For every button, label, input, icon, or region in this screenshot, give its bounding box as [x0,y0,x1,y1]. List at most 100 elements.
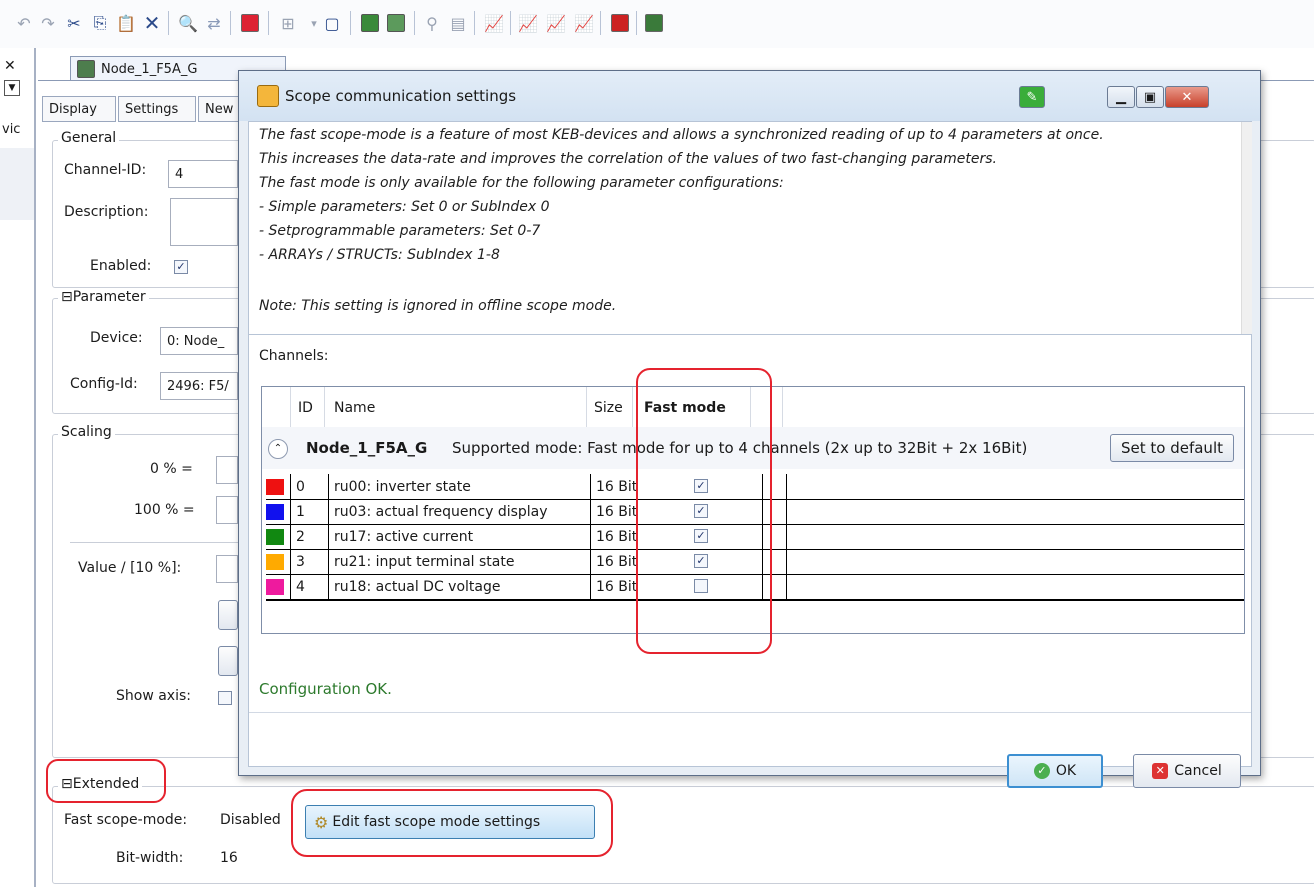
maximize-button[interactable]: ▣ [1136,86,1164,108]
channel-size: 16 Bit [596,503,638,520]
channel-name: ru00: inverter state [334,478,471,495]
dialog-title: Scope communication settings [285,87,517,105]
highlight-edit-button [291,789,613,857]
copy-icon[interactable]: ⎘ [88,10,112,36]
subtab-display[interactable]: Display [42,96,116,122]
main-toolbar: ↶ ↷ ✂ ⎘ 📋 ✕ 🔍 ⇄ ⊞ ▾ ▢ ⚲ ▤ 📈 📈 📈 📈 [0,0,1314,48]
keb-parameter-icon[interactable] [608,10,632,36]
info-scrollbar[interactable] [1241,122,1252,334]
channel-size: 16 Bit [596,578,638,595]
device-label: Device: [90,330,143,346]
chart-edit-icon[interactable]: 📈 [544,10,568,36]
tab-label: Node_1_F5A_G [101,61,198,77]
scope-communication-dialog: Scope communication settings ✎ ▁ ▣ ✕ The… [238,70,1261,788]
collapse-icon[interactable]: ⊟ [61,289,73,305]
ok-button[interactable]: ✓ OK [1007,754,1103,788]
close-icon[interactable]: ✕ [4,58,16,74]
channel-size: 16 Bit [596,528,638,545]
channel-id: 0 [296,478,305,495]
info-line-1: The fast scope-mode is a feature of most… [259,127,1104,143]
device-field[interactable]: 0: Node_ [160,327,238,355]
description-field[interactable] [170,198,238,246]
description-label: Description: [64,204,149,220]
panel-item[interactable] [0,148,34,220]
check-icon: ✓ [1033,763,1050,779]
col-name[interactable]: Name [334,395,375,420]
hundred-percent-field[interactable] [216,496,238,524]
extended-group [52,786,1314,884]
dialog-titlebar[interactable]: Scope communication settings ✎ ▁ ▣ ✕ [239,71,1260,121]
scope-settings-icon[interactable] [384,10,408,36]
channel-size: 16 Bit [596,553,638,570]
config-id-label: Config-Id: [70,376,138,392]
cancel-button[interactable]: ✕ Cancel [1133,754,1241,788]
channel-color-swatch [266,529,284,545]
keb-device-icon[interactable] [238,10,262,36]
panel-partial-label: vic [2,122,21,137]
col-size[interactable]: Size [594,395,623,420]
undo-icon[interactable]: ↶ [12,10,36,36]
channel-id: 2 [296,528,305,545]
bitwidth-value: 16 [220,850,238,866]
info-line-3: The fast mode is only available for the … [259,175,784,191]
group-node-name: Node_1_F5A_G [306,438,428,457]
highlight-extended [46,759,166,803]
delete-icon[interactable]: ✕ [140,10,164,36]
cut-icon[interactable]: ✂ [62,10,86,36]
redo-icon[interactable]: ↷ [36,10,60,36]
channel-id: 4 [296,578,305,595]
scope-icon[interactable] [358,10,382,36]
device-info-icon[interactable]: ▤ [446,10,470,36]
scaling-button-2[interactable] [218,646,238,676]
left-panel: ✕ ▼ vic [0,48,34,887]
enabled-label: Enabled: [90,258,152,274]
channel-name: ru21: input terminal state [334,553,515,570]
insert-icon[interactable]: ⊞ [276,10,300,36]
find-icon[interactable]: 🔍 [176,10,200,36]
fast-scope-value: Disabled [220,812,281,828]
subtab-settings[interactable]: Settings [118,96,196,122]
info-line-5: - Setprogrammable parameters: Set 0-7 [259,223,541,239]
keb-network-icon[interactable] [642,10,666,36]
set-default-button[interactable]: Set to default [1110,434,1234,462]
zero-percent-field[interactable] [216,456,238,484]
channel-color-swatch [266,504,284,520]
bitwidth-label: Bit-width: [116,850,184,866]
chart-remove-icon[interactable]: 📈 [572,10,596,36]
chart-icon[interactable]: 📈 [482,10,506,36]
parameter-title: ⊟Parameter [58,289,149,305]
channel-id: 1 [296,503,305,520]
close-button[interactable]: ✕ [1165,86,1209,108]
app-icon [257,85,279,107]
enabled-checkbox[interactable]: ✓ [174,260,188,274]
config-id-field[interactable]: 2496: F5/ [160,372,238,400]
channel-color-swatch [266,554,284,570]
channel-color-swatch [266,579,284,595]
zero-percent-label: 0 % = [150,461,193,477]
info-line-4: - Simple parameters: Set 0 or SubIndex 0 [259,199,550,215]
splitter[interactable] [34,48,36,887]
paste-icon[interactable]: 📋 [114,10,138,36]
value-field[interactable] [216,555,238,583]
keb-node-icon [77,60,95,78]
col-id[interactable]: ID [298,395,313,420]
pin-icon[interactable]: ✎ [1019,86,1045,108]
minimize-button[interactable]: ▁ [1107,86,1135,108]
scaling-button-1[interactable] [218,600,238,630]
dropdown-icon[interactable]: ▼ [4,80,20,96]
new-document-icon[interactable]: ▢ [320,10,344,36]
channel-color-swatch [266,479,284,495]
general-title: General [58,130,120,146]
scaling-title: Scaling [58,424,115,440]
replace-icon[interactable]: ⇄ [202,10,226,36]
show-axis-checkbox[interactable] [218,691,232,705]
chart-add-icon[interactable]: 📈 [516,10,540,36]
channel-id-field[interactable]: 4 [168,160,238,188]
value-label: Value / [10 %]: [78,560,182,576]
show-axis-label: Show axis: [116,688,191,704]
fast-scope-label: Fast scope-mode: [64,812,188,828]
collapse-group-icon[interactable]: ⌃ [268,439,288,459]
info-line-2: This increases the data-rate and improve… [259,151,997,167]
channel-id-label: Channel-ID: [64,162,147,178]
link-icon[interactable]: ⚲ [420,10,444,36]
